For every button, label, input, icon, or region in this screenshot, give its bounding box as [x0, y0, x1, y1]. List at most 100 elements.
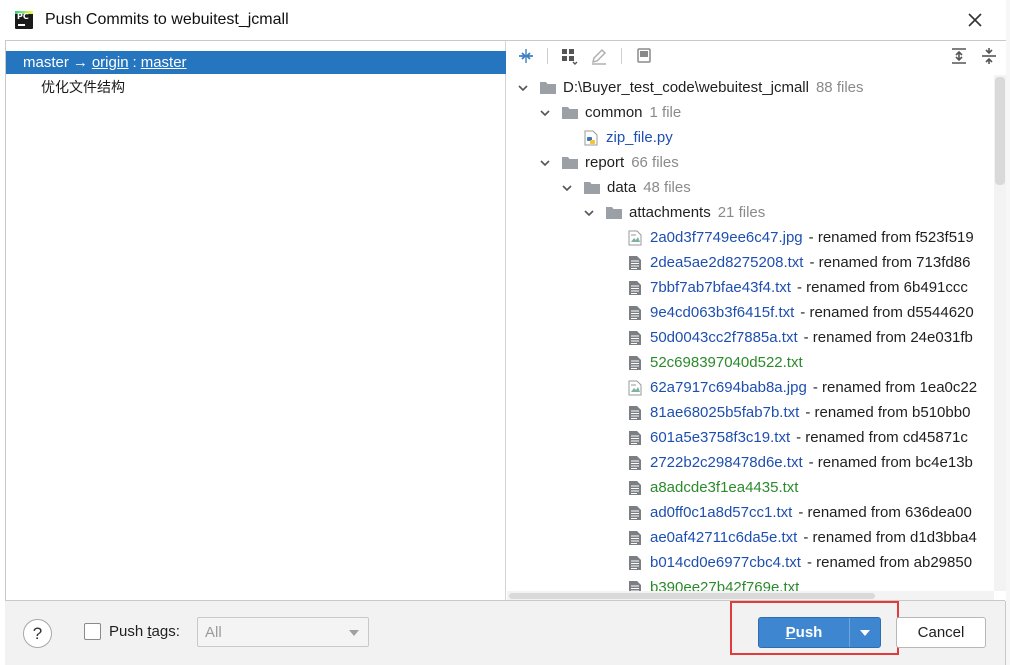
text-file-icon: [628, 555, 642, 571]
image-file-icon: [628, 230, 642, 246]
dialog-content: master → origin : master 优化文件结构 D:\Buyer…: [5, 40, 1006, 601]
tree-file-row[interactable]: 9e4cd063b3f6415f.txt - renamed from d5544…: [628, 300, 974, 325]
tags-select[interactable]: All: [197, 617, 369, 647]
file-count: 21 files: [717, 204, 766, 221]
tree-node-root[interactable]: D:\Buyer_test_code\webuitest_jcmall 88 f…: [516, 75, 864, 100]
tree-file-row[interactable]: b014cd0e6977cbc4.txt - renamed from ab298…: [628, 550, 972, 575]
tree-file-row[interactable]: 62a7917c694bab8a.jpg - renamed from 1ea0c…: [628, 375, 977, 400]
renamed-from-note: - renamed from 636dea00: [798, 504, 972, 521]
dialog-title: Push Commits to webuitest_jcmall: [45, 11, 289, 28]
tree-file-row[interactable]: 7bbf7ab7bfae43f4.txt - renamed from 6b491…: [628, 275, 968, 300]
text-file-icon: [628, 455, 642, 471]
file-name: 50d0043cc2f7885a.txt: [650, 329, 798, 346]
chevron-down-icon: [860, 629, 870, 636]
dialog-footer: ? Push tags: All Push Cancel: [5, 600, 1005, 665]
tree-node-label: D:\Buyer_test_code\webuitest_jcmall: [563, 79, 809, 96]
show-diff-icon[interactable]: [634, 46, 654, 66]
scroll-thumb[interactable]: [995, 77, 1005, 185]
file-name: 2a0d3f7749ee6c47.jpg: [650, 229, 803, 246]
tree-file-row[interactable]: 2dea5ae2d8275208.txt - renamed from 713fd…: [628, 250, 970, 275]
tree-node-label: common: [585, 104, 643, 121]
tree-node-data[interactable]: data 48 files: [560, 175, 691, 200]
tree-node-label: data: [607, 179, 637, 196]
tree-node-attachments[interactable]: attachments 21 files: [582, 200, 765, 225]
tree-file-row[interactable]: 52c698397040d522.txt: [628, 350, 803, 375]
file-name: 2dea5ae2d8275208.txt: [650, 254, 804, 271]
image-file-icon: [628, 380, 642, 396]
renamed-from-note: - renamed from 713fd86: [809, 254, 971, 271]
folder-icon: [562, 156, 578, 169]
file-name: ae0af42711c6da5e.txt: [650, 529, 798, 546]
renamed-from-note: - renamed from d1d3bba4: [803, 529, 977, 546]
remote-name-link[interactable]: origin: [92, 54, 129, 71]
file-count: 66 files: [631, 154, 679, 171]
tree-file-row[interactable]: ae0af42711c6da5e.txt - renamed from d1d3b…: [628, 525, 977, 550]
file-name: ad0ff0c1a8d57cc1.txt: [650, 504, 793, 521]
file-name: 81ae68025b5fab7b.txt: [650, 404, 800, 421]
push-tags-checkbox[interactable]: [84, 623, 101, 640]
commit-item[interactable]: 优化文件结构: [41, 77, 125, 97]
tree-node-report[interactable]: report 66 files: [538, 150, 679, 175]
help-button[interactable]: ?: [23, 619, 52, 648]
text-file-icon: [628, 480, 642, 496]
renamed-from-note: - renamed from b510bb0: [805, 404, 971, 421]
tree-file-zip-file[interactable]: zip_file.py: [584, 125, 673, 150]
tree-file-row[interactable]: 2a0d3f7749ee6c47.jpg - renamed from f523f…: [628, 225, 974, 250]
python-file-icon: [584, 130, 598, 146]
tree-node-label: attachments: [629, 204, 711, 221]
group-by-icon[interactable]: [559, 46, 579, 66]
vertical-scrollbar[interactable]: [994, 75, 1006, 591]
renamed-from-note: - renamed from cd45871c: [796, 429, 968, 446]
tree-file-row[interactable]: 50d0043cc2f7885a.txt - renamed from 24e03…: [628, 325, 973, 350]
collapse-all-icon[interactable]: [979, 46, 999, 66]
file-name: a8adcde3f1ea4435.txt: [650, 479, 799, 496]
tree-file-row[interactable]: a8adcde3f1ea4435.txt: [628, 475, 798, 500]
file-name: zip_file.py: [606, 129, 673, 146]
tree-file-row[interactable]: 601a5e3758f3c19.txt - renamed from cd4587…: [628, 425, 968, 450]
tree-file-row[interactable]: ad0ff0c1a8d57cc1.txt - renamed from 636de…: [628, 500, 972, 525]
expand-all-icon[interactable]: [949, 46, 969, 66]
branch-push-spec[interactable]: master → origin : master: [6, 51, 506, 74]
file-name: 2722b2c298478d6e.txt: [650, 454, 803, 471]
cancel-button[interactable]: Cancel: [896, 617, 986, 648]
text-file-icon: [628, 405, 642, 421]
file-count: 1 file: [649, 104, 682, 121]
text-file-icon: [628, 430, 642, 446]
commits-panel: master → origin : master 优化文件结构: [6, 41, 506, 601]
text-file-icon: [628, 530, 642, 546]
text-file-icon: [628, 330, 642, 346]
close-icon[interactable]: [964, 9, 986, 31]
tree-file-row[interactable]: 81ae68025b5fab7b.txt - renamed from b510b…: [628, 400, 970, 425]
chevron-down-icon: [349, 630, 359, 636]
chevron-down-icon[interactable]: [582, 206, 596, 220]
file-name: 52c698397040d522.txt: [650, 354, 803, 371]
title-bar: PC Push Commits to webuitest_jcmall: [0, 0, 1006, 40]
chevron-down-icon[interactable]: [516, 81, 530, 95]
chevron-down-icon[interactable]: [538, 106, 552, 120]
text-file-icon: [628, 355, 642, 371]
scroll-thumb[interactable]: [509, 593, 875, 599]
text-file-icon: [628, 280, 642, 296]
tree-node-common[interactable]: common 1 file: [538, 100, 681, 125]
edit-source-icon[interactable]: [589, 46, 609, 66]
file-name: 7bbf7ab7bfae43f4.txt: [650, 279, 791, 296]
push-button-label[interactable]: Push: [759, 624, 849, 641]
file-name: 601a5e3758f3c19.txt: [650, 429, 791, 446]
renamed-from-note: - renamed from ab29850: [806, 554, 973, 571]
arrow-icon: →: [72, 54, 88, 71]
pycharm-icon: PC: [15, 11, 33, 29]
renamed-from-note: - renamed from f523f519: [808, 229, 974, 246]
folder-icon: [562, 106, 578, 119]
push-button[interactable]: Push: [758, 617, 881, 648]
background-window-edge: [1006, 0, 1010, 665]
tree-file-row[interactable]: 2722b2c298478d6e.txt - renamed from bc4e1…: [628, 450, 973, 475]
renamed-from-note: - renamed from bc4e13b: [808, 454, 973, 471]
push-options-dropdown[interactable]: [850, 629, 880, 636]
chevron-down-icon[interactable]: [560, 181, 574, 195]
remote-branch-link[interactable]: master: [141, 54, 187, 71]
changes-tree: D:\Buyer_test_code\webuitest_jcmall 88 f…: [507, 75, 994, 593]
chevron-down-icon[interactable]: [538, 156, 552, 170]
text-file-icon: [628, 305, 642, 321]
file-name: 9e4cd063b3f6415f.txt: [650, 304, 795, 321]
expand-changes-icon[interactable]: [516, 46, 536, 66]
